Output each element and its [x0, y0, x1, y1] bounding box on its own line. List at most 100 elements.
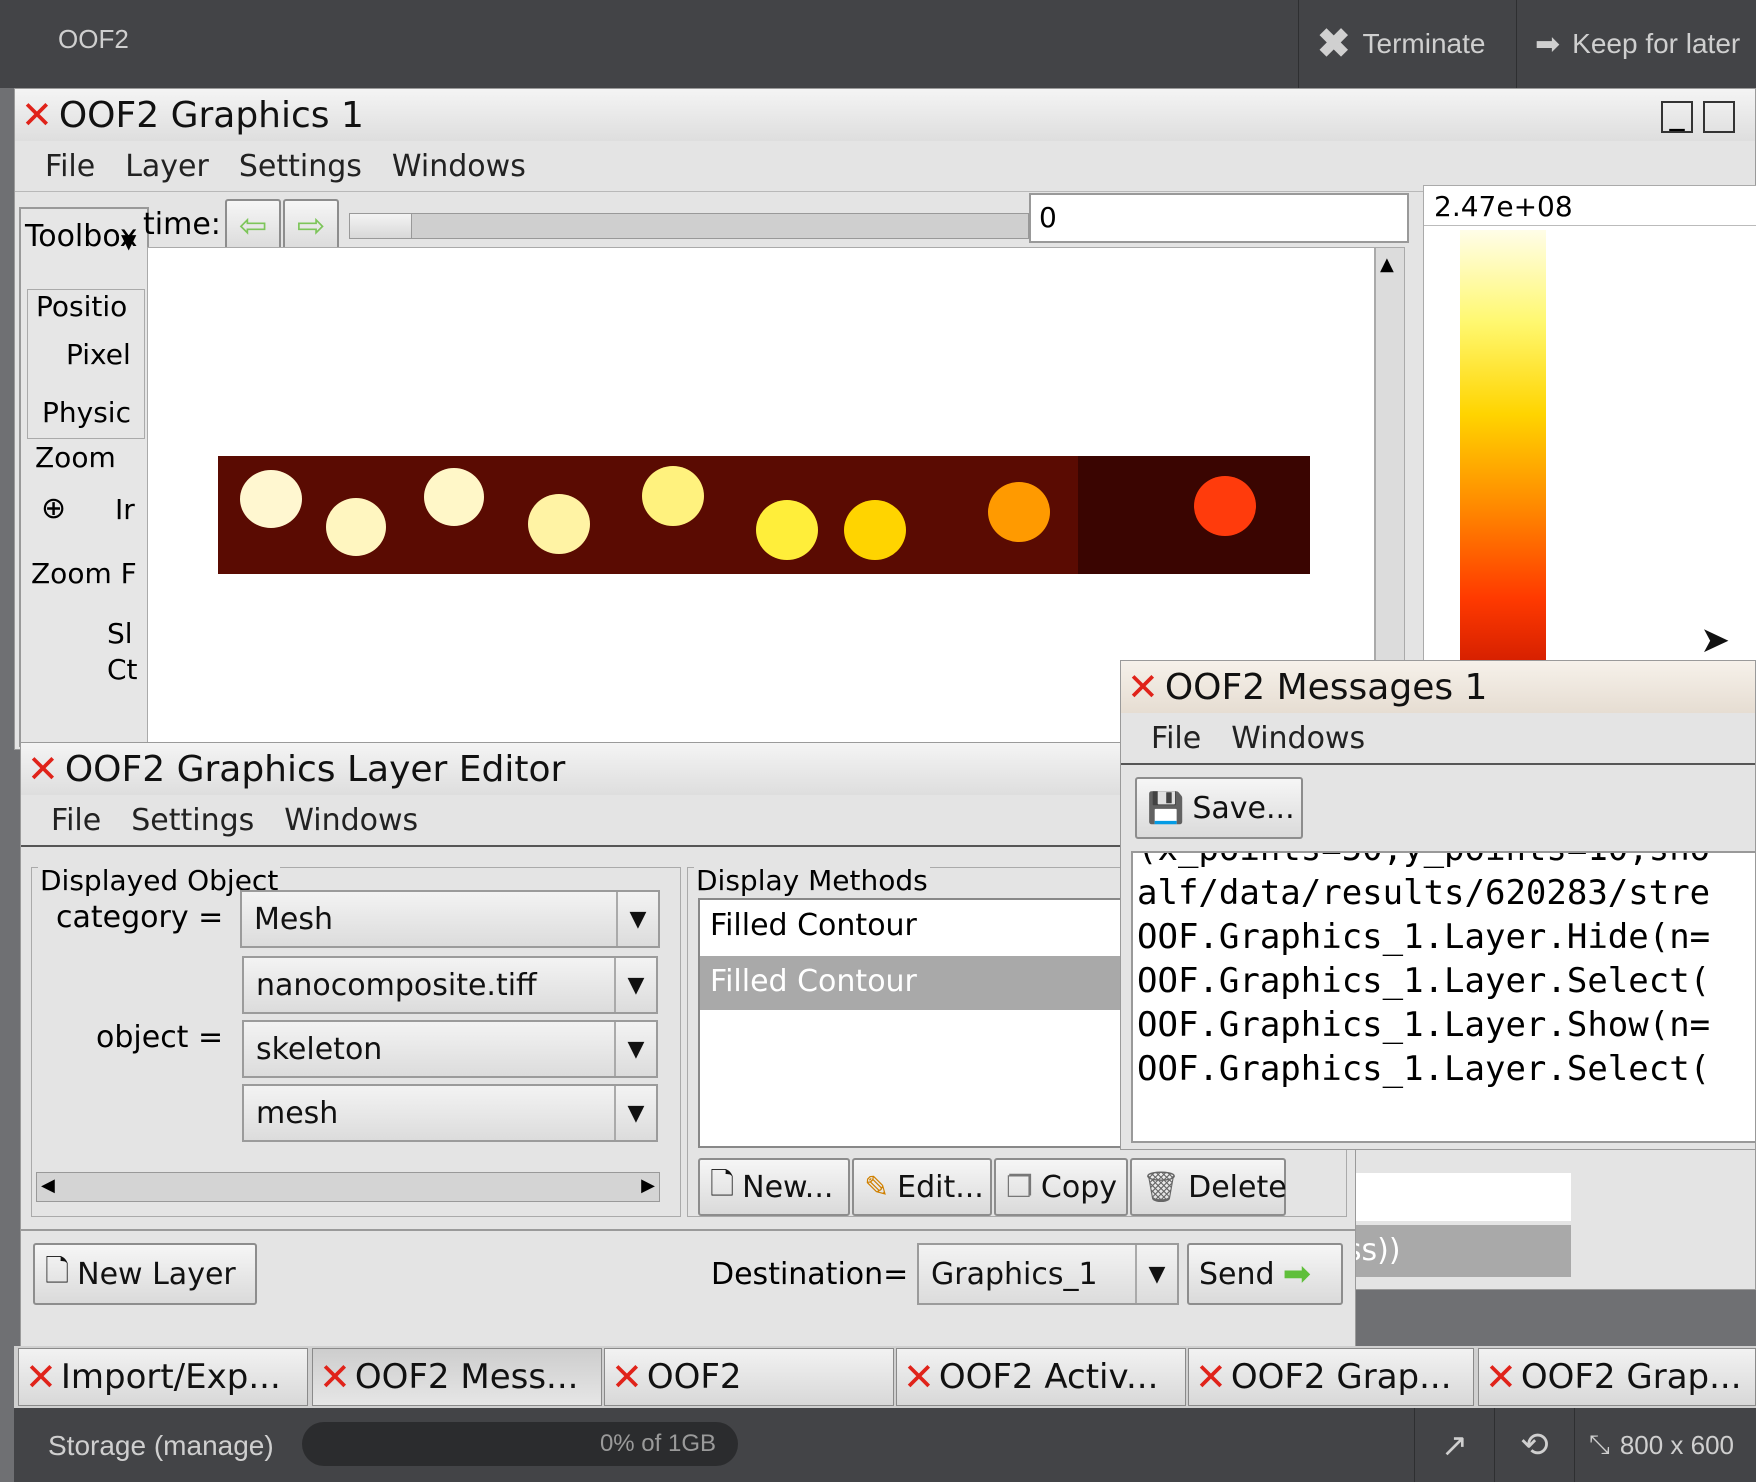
- arrow-right-icon: ⇨: [296, 206, 326, 246]
- prev-time-button[interactable]: ⇦: [225, 199, 281, 253]
- particle: [642, 466, 704, 526]
- object-mesh-value: mesh: [256, 1095, 339, 1131]
- taskbar-tab-import-export[interactable]: ✕ Import/Exp...: [18, 1348, 308, 1406]
- log-line: (x_points=50,y_points=10,sho: [1137, 853, 1751, 871]
- close-icon[interactable]: ✕: [21, 96, 53, 134]
- resolution-button[interactable]: ⤡ 800 x 600: [1574, 1408, 1756, 1482]
- close-icon: ✕: [25, 1355, 57, 1399]
- chevron-left-icon[interactable]: ◀: [41, 1175, 55, 1196]
- particle: [844, 500, 906, 560]
- graphics-title: OOF2 Graphics 1: [58, 94, 364, 136]
- menu-settings[interactable]: Settings: [131, 803, 254, 838]
- category-select[interactable]: Mesh ▼: [240, 890, 660, 948]
- messages-log[interactable]: (x_points=50,y_points=10,sho alf/data/re…: [1131, 851, 1756, 1143]
- trash-icon: 🗑: [1142, 1169, 1181, 1205]
- chevron-down-icon[interactable]: ▼: [121, 229, 136, 253]
- chevron-right-icon[interactable]: ▶: [641, 1175, 655, 1196]
- close-icon: ✕: [319, 1355, 351, 1399]
- horizontal-scrollbar[interactable]: ◀ ▶: [36, 1172, 660, 1202]
- keep-for-later-button[interactable]: ➡ Keep for later: [1516, 0, 1756, 88]
- particle: [1194, 476, 1256, 536]
- edit-method-button[interactable]: ✎ Edit...: [852, 1158, 992, 1216]
- menu-windows[interactable]: Windows: [392, 149, 526, 184]
- log-line: OOF.Graphics_1.Layer.Select(: [1137, 1049, 1711, 1089]
- copy-method-button[interactable]: ❐ Copy: [994, 1158, 1128, 1216]
- new-method-button[interactable]: 🗋 New...: [698, 1158, 850, 1216]
- external-link-icon[interactable]: ↗: [1414, 1408, 1494, 1482]
- taskbar-tab-graphics-b[interactable]: ✕ OOF2 Grap...: [1478, 1348, 1756, 1406]
- messages-window: ✕ OOF2 Messages 1 File Windows 💾 Save...…: [1120, 660, 1756, 1150]
- taskbar-tab-oof2[interactable]: ✕ OOF2: [604, 1348, 894, 1406]
- particle: [528, 494, 590, 554]
- menu-file[interactable]: File: [1151, 721, 1201, 756]
- chevron-down-icon: ▼: [614, 958, 656, 1012]
- position-label: Positio: [36, 290, 128, 323]
- new-layer-button[interactable]: 🗋 New Layer: [33, 1243, 257, 1305]
- taskbar-tab-messages[interactable]: ✕ OOF2 Mess...: [312, 1348, 602, 1406]
- destination-select[interactable]: Graphics_1 ▼: [917, 1243, 1179, 1305]
- object-select-image[interactable]: nanocomposite.tiff ▼: [242, 956, 658, 1014]
- next-time-button[interactable]: ⇨: [283, 199, 339, 253]
- tab-label: OOF2 Mess...: [354, 1357, 579, 1397]
- new-document-icon: 🗋: [710, 1166, 735, 1202]
- log-line: OOF.Graphics_1.Layer.Hide(n=: [1137, 917, 1711, 957]
- messages-title: OOF2 Messages 1: [1164, 666, 1488, 708]
- close-icon[interactable]: ✕: [27, 750, 59, 788]
- menu-settings[interactable]: Settings: [239, 149, 362, 184]
- shrink-label[interactable]: Sl: [107, 617, 133, 650]
- menu-windows[interactable]: Windows: [1231, 721, 1365, 756]
- display-methods-label: Display Methods: [694, 864, 930, 897]
- zoom-in-label[interactable]: Ir: [115, 493, 135, 526]
- save-button[interactable]: 💾 Save...: [1135, 777, 1303, 839]
- arrow-left-icon: ⇦: [238, 206, 268, 246]
- particle: [424, 468, 484, 526]
- graphics-window: ✕ OOF2 Graphics 1 _ File Layer Settings …: [14, 88, 1756, 751]
- arrow-right-icon: ➡: [1535, 27, 1561, 61]
- menu-file[interactable]: File: [51, 803, 101, 838]
- delete-method-button[interactable]: 🗑 Delete: [1130, 1158, 1287, 1216]
- keep-label: Keep for later: [1572, 28, 1741, 59]
- refresh-icon[interactable]: ⟲: [1494, 1408, 1574, 1482]
- zoom-factor-label: Zoom F: [31, 557, 137, 590]
- category-value: Mesh: [254, 901, 333, 937]
- mouse-cursor-icon: ➤: [1700, 620, 1731, 661]
- displayed-object-group: Displayed Object category = Mesh ▼ objec…: [31, 864, 681, 1217]
- taskbar-tab-graphics-a[interactable]: ✕ OOF2 Grap...: [1188, 1348, 1474, 1406]
- time-slider[interactable]: [349, 213, 1029, 239]
- object-select-mesh[interactable]: mesh ▼: [242, 1084, 658, 1142]
- taskbar-tab-activity[interactable]: ✕ OOF2 Activ...: [896, 1348, 1186, 1406]
- close-icon[interactable]: ✕: [1127, 668, 1159, 706]
- colorbar-max-label: 2.47e+08: [1424, 186, 1756, 226]
- terminate-button[interactable]: ✖ Terminate: [1298, 0, 1516, 88]
- center-label[interactable]: Ct: [107, 653, 138, 686]
- maximize-icon[interactable]: [1703, 101, 1735, 133]
- mesh-contour-plot: [218, 456, 1310, 574]
- chevron-down-icon: ▼: [616, 892, 658, 946]
- new-method-label: New...: [742, 1169, 834, 1205]
- menu-file[interactable]: File: [45, 149, 95, 184]
- messages-menubar: File Windows: [1121, 713, 1755, 765]
- particle: [756, 500, 818, 560]
- menu-windows[interactable]: Windows: [284, 803, 418, 838]
- tab-label: OOF2: [646, 1357, 742, 1397]
- minimize-icon[interactable]: _: [1661, 100, 1693, 133]
- new-layer-label: New Layer: [77, 1256, 236, 1292]
- pencil-icon: ✎: [864, 1169, 890, 1205]
- object-label: object =: [96, 1020, 224, 1055]
- particle: [326, 498, 386, 556]
- chevron-down-icon: ▼: [1135, 1245, 1177, 1303]
- storage-manage-link[interactable]: Storage (manage): [48, 1430, 274, 1462]
- particle: [988, 482, 1050, 542]
- send-button[interactable]: Send ➡: [1187, 1243, 1343, 1305]
- physical-label: Physic: [42, 396, 131, 429]
- zoom-in-icon[interactable]: ⊕: [41, 491, 66, 526]
- object-select-skeleton[interactable]: skeleton ▼: [242, 1020, 658, 1078]
- pixel-label: Pixel: [66, 338, 131, 371]
- time-slider-handle[interactable]: [350, 214, 412, 238]
- tab-label: Import/Exp...: [60, 1357, 281, 1397]
- chevron-up-icon[interactable]: ▲: [1380, 254, 1394, 275]
- object-image-value: nanocomposite.tiff: [256, 967, 537, 1003]
- window-controls: _: [1661, 100, 1735, 133]
- menu-layer[interactable]: Layer: [125, 149, 209, 184]
- time-input[interactable]: 0: [1029, 193, 1409, 243]
